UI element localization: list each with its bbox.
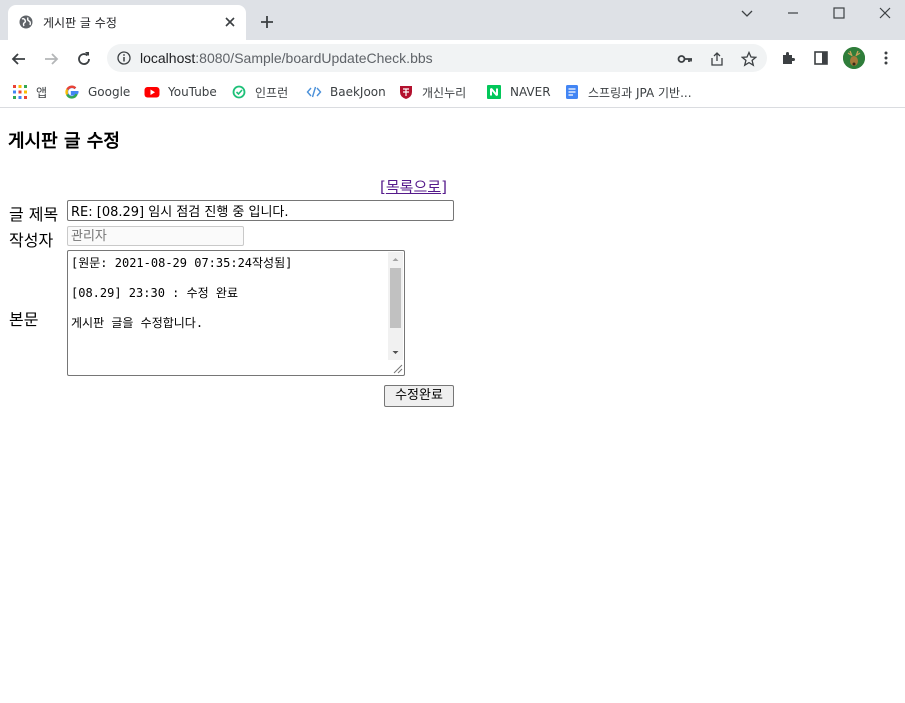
bookmark-label: Google bbox=[88, 85, 131, 99]
bookmark-label: 인프런 bbox=[255, 85, 289, 100]
url-path: :8080/Sample/boardUpdateCheck.bbs bbox=[195, 50, 433, 66]
bookmark-apps[interactable]: 앱 bbox=[12, 82, 47, 102]
close-tab-icon[interactable] bbox=[223, 15, 237, 29]
bookmark-youtube[interactable]: YouTube bbox=[144, 82, 217, 102]
tab-title: 게시판 글 수정 bbox=[43, 16, 117, 30]
bookmark-naver[interactable]: NAVER bbox=[486, 82, 551, 102]
writer-label: 작성자 bbox=[9, 231, 54, 250]
youtube-icon bbox=[144, 87, 160, 98]
bookmark-label: 개신누리 bbox=[422, 85, 467, 100]
code-icon bbox=[306, 86, 322, 98]
browser-titlebar: 게시판 글 수정 bbox=[0, 0, 905, 40]
back-arrow-icon[interactable] bbox=[10, 50, 28, 68]
bookmarks-bar: 앱 Google YouTube 인프런 BaekJoon 개신누리 NAVER… bbox=[0, 76, 905, 108]
inflearn-icon bbox=[232, 85, 246, 99]
url-text[interactable]: localhost:8080/Sample/boardUpdateCheck.b… bbox=[140, 50, 433, 66]
profile-avatar[interactable] bbox=[843, 47, 865, 69]
shield-crest-icon bbox=[400, 86, 412, 99]
writer-input[interactable] bbox=[67, 226, 244, 246]
tab-search-chevron-icon[interactable] bbox=[740, 6, 754, 20]
apps-grid-icon bbox=[13, 85, 27, 99]
content-scrollbar[interactable] bbox=[388, 252, 403, 360]
side-panel-icon[interactable] bbox=[813, 50, 829, 66]
forward-arrow-icon[interactable] bbox=[42, 50, 60, 68]
url-host: localhost bbox=[140, 50, 196, 66]
back-to-list-link-text[interactable]: 목록으로 bbox=[386, 178, 441, 196]
bookmark-google[interactable]: Google bbox=[64, 82, 130, 102]
bookmark-gaesin[interactable]: 개신누리 bbox=[398, 82, 466, 102]
title-label: 글 제목 bbox=[9, 205, 59, 224]
key-icon[interactable] bbox=[677, 51, 693, 67]
bookmark-label: 스프링과 JPA 기반... bbox=[588, 85, 692, 100]
submit-edit-button[interactable]: 수정완료 bbox=[384, 385, 454, 407]
bookmark-inflearn[interactable]: 인프런 bbox=[231, 82, 288, 102]
link-close-bracket: ] bbox=[441, 178, 447, 196]
content-label: 본문 bbox=[9, 310, 39, 329]
bookmark-label: 앱 bbox=[36, 85, 48, 100]
scrollbar-thumb[interactable] bbox=[390, 268, 401, 328]
star-bookmark-icon[interactable] bbox=[741, 51, 757, 67]
bookmark-spring-jpa[interactable]: 스프링과 JPA 기반... bbox=[564, 82, 692, 102]
maximize-icon[interactable] bbox=[832, 6, 846, 20]
browser-tab[interactable]: 게시판 글 수정 bbox=[8, 5, 246, 40]
share-icon[interactable] bbox=[709, 51, 725, 67]
content-text: [원문: 2021-08-29 07:35:24작성됨] [08.29] 23:… bbox=[71, 256, 293, 330]
bookmark-label: YouTube bbox=[168, 85, 217, 99]
bookmark-label: BaekJoon bbox=[330, 85, 386, 99]
minimize-icon[interactable] bbox=[786, 6, 800, 20]
new-tab-icon[interactable] bbox=[259, 14, 275, 30]
scroll-up-arrow-icon[interactable] bbox=[388, 252, 403, 267]
browser-toolbar: localhost:8080/Sample/boardUpdateCheck.b… bbox=[0, 40, 905, 76]
reload-icon[interactable] bbox=[75, 50, 93, 68]
google-icon bbox=[65, 85, 79, 99]
globe-icon bbox=[19, 15, 33, 29]
naver-icon bbox=[487, 85, 501, 99]
address-bar[interactable]: localhost:8080/Sample/boardUpdateCheck.b… bbox=[107, 44, 767, 72]
resize-grip-icon[interactable] bbox=[391, 362, 403, 374]
extensions-puzzle-icon[interactable] bbox=[781, 50, 797, 66]
deer-avatar-icon bbox=[843, 47, 865, 69]
page-title: 게시판 글 수정 bbox=[8, 131, 120, 152]
site-info-icon[interactable] bbox=[117, 51, 131, 65]
scroll-down-arrow-icon[interactable] bbox=[388, 345, 403, 360]
more-menu-icon[interactable] bbox=[878, 50, 894, 66]
close-window-icon[interactable] bbox=[878, 6, 892, 20]
docs-icon bbox=[566, 85, 578, 99]
bookmark-baekjoon[interactable]: BaekJoon bbox=[306, 82, 386, 102]
back-to-list-link[interactable]: [목록으로] bbox=[380, 176, 447, 197]
content-textarea[interactable]: [원문: 2021-08-29 07:35:24작성됨] [08.29] 23:… bbox=[67, 250, 405, 376]
bookmark-label: NAVER bbox=[510, 85, 551, 99]
title-input[interactable] bbox=[67, 200, 454, 221]
